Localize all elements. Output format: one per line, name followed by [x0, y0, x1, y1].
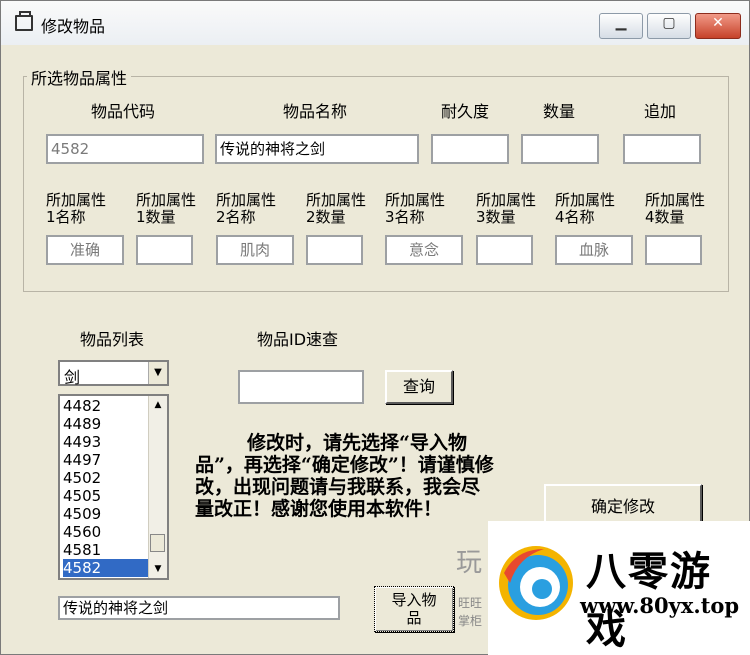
- attr3-name-label: 所加属性 3名称: [385, 191, 446, 226]
- site-watermark: 八零游戏 www.80yx.top: [488, 521, 750, 655]
- minimize-button[interactable]: ▁: [599, 13, 643, 39]
- list-item[interactable]: 4502: [63, 469, 149, 487]
- durability-field[interactable]: [431, 134, 509, 164]
- quantity-field[interactable]: [521, 134, 599, 164]
- import-button-line2: 品: [406, 609, 422, 627]
- list-item[interactable]: 4509: [63, 505, 149, 523]
- item-code-label: 物品代码: [91, 102, 156, 121]
- addon-label: 追加: [644, 102, 677, 121]
- scroll-thumb[interactable]: [150, 534, 165, 552]
- maximize-button[interactable]: ▢: [647, 13, 691, 39]
- attr2-name-field[interactable]: 肌肉: [216, 235, 294, 265]
- attr4-qty-field[interactable]: [645, 235, 702, 265]
- watermark-fragment: 玩: [456, 548, 483, 578]
- watermark-fragment: 掌柜: [458, 614, 483, 628]
- site-logo-icon: [499, 546, 573, 620]
- maximize-icon: ▢: [662, 15, 676, 31]
- title-bar: 修改物品 ▁ ▢ ✕: [1, 1, 749, 45]
- quantity-label: 数量: [543, 102, 576, 121]
- item-listbox[interactable]: 4482 4489 4493 4497 4502 4505 4509 4560 …: [58, 394, 169, 580]
- import-button-line1: 导入物: [391, 591, 437, 609]
- minimize-icon: ▁: [615, 15, 627, 31]
- list-item[interactable]: 4560: [63, 523, 149, 541]
- selected-item-name-field[interactable]: 传说的神将之剑: [58, 596, 340, 620]
- list-item-selected[interactable]: 4582: [63, 559, 149, 577]
- attr4-name-field[interactable]: 血脉: [555, 235, 633, 265]
- notice-first-line: 修改时，请先选择“导: [247, 432, 429, 454]
- list-item[interactable]: 4493: [63, 433, 149, 451]
- attr1-name-field[interactable]: 准确: [46, 235, 124, 265]
- list-item[interactable]: 4489: [63, 415, 149, 433]
- list-item[interactable]: 4482: [63, 397, 149, 415]
- list-item[interactable]: 4497: [63, 451, 149, 469]
- scroll-up-icon[interactable]: ▲: [149, 396, 167, 414]
- window-title: 修改物品: [41, 17, 106, 36]
- item-code-field[interactable]: 4582: [46, 134, 204, 164]
- attr2-qty-label: 所加属性 2数量: [306, 191, 367, 226]
- attr1-qty-label: 所加属性 1数量: [136, 191, 197, 226]
- addon-field[interactable]: [623, 134, 701, 164]
- import-item-button[interactable]: 导入物 品: [374, 586, 454, 632]
- attr4-name-label: 所加属性 4名称: [555, 191, 616, 226]
- close-icon: ✕: [712, 15, 724, 31]
- site-url: www.80yx.top: [580, 593, 740, 618]
- list-scrollbar[interactable]: ▲ ▼: [148, 396, 167, 578]
- watermark-fragment: 旺旺: [458, 596, 483, 610]
- scroll-down-icon[interactable]: ▼: [149, 560, 167, 578]
- list-item[interactable]: 4581: [63, 541, 149, 559]
- attr2-name-label: 所加属性 2名称: [216, 191, 277, 226]
- attr1-qty-field[interactable]: [136, 235, 193, 265]
- attr3-name-field[interactable]: 意念: [385, 235, 463, 265]
- attr3-qty-field[interactable]: [476, 235, 533, 265]
- category-select[interactable]: 剑 ▼: [58, 360, 169, 387]
- category-value: 剑: [64, 368, 81, 387]
- durability-label: 耐久度: [441, 102, 490, 121]
- quick-search-label: 物品ID速查: [257, 330, 339, 349]
- app-window-icon: [15, 11, 33, 31]
- item-name-label: 物品名称: [283, 102, 348, 121]
- item-id-search-input[interactable]: [238, 370, 364, 404]
- group-title: 所选物品属性: [27, 65, 132, 89]
- attr2-qty-field[interactable]: [306, 235, 363, 265]
- close-button[interactable]: ✕: [695, 13, 741, 39]
- search-button[interactable]: 查询: [385, 370, 453, 404]
- item-list-label: 物品列表: [80, 330, 145, 349]
- usage-notice: 修改时，请先选择“导入物品”，再选择“确定修改”！请谨慎修改，出现问题请与我联系…: [195, 432, 495, 520]
- list-item[interactable]: 4505: [63, 487, 149, 505]
- item-name-field[interactable]: 传说的神将之剑: [215, 134, 419, 164]
- chevron-down-icon[interactable]: ▼: [148, 362, 167, 384]
- attr4-qty-label: 所加属性 4数量: [645, 191, 706, 226]
- attr1-name-label: 所加属性 1名称: [46, 191, 107, 226]
- attr3-qty-label: 所加属性 3数量: [476, 191, 537, 226]
